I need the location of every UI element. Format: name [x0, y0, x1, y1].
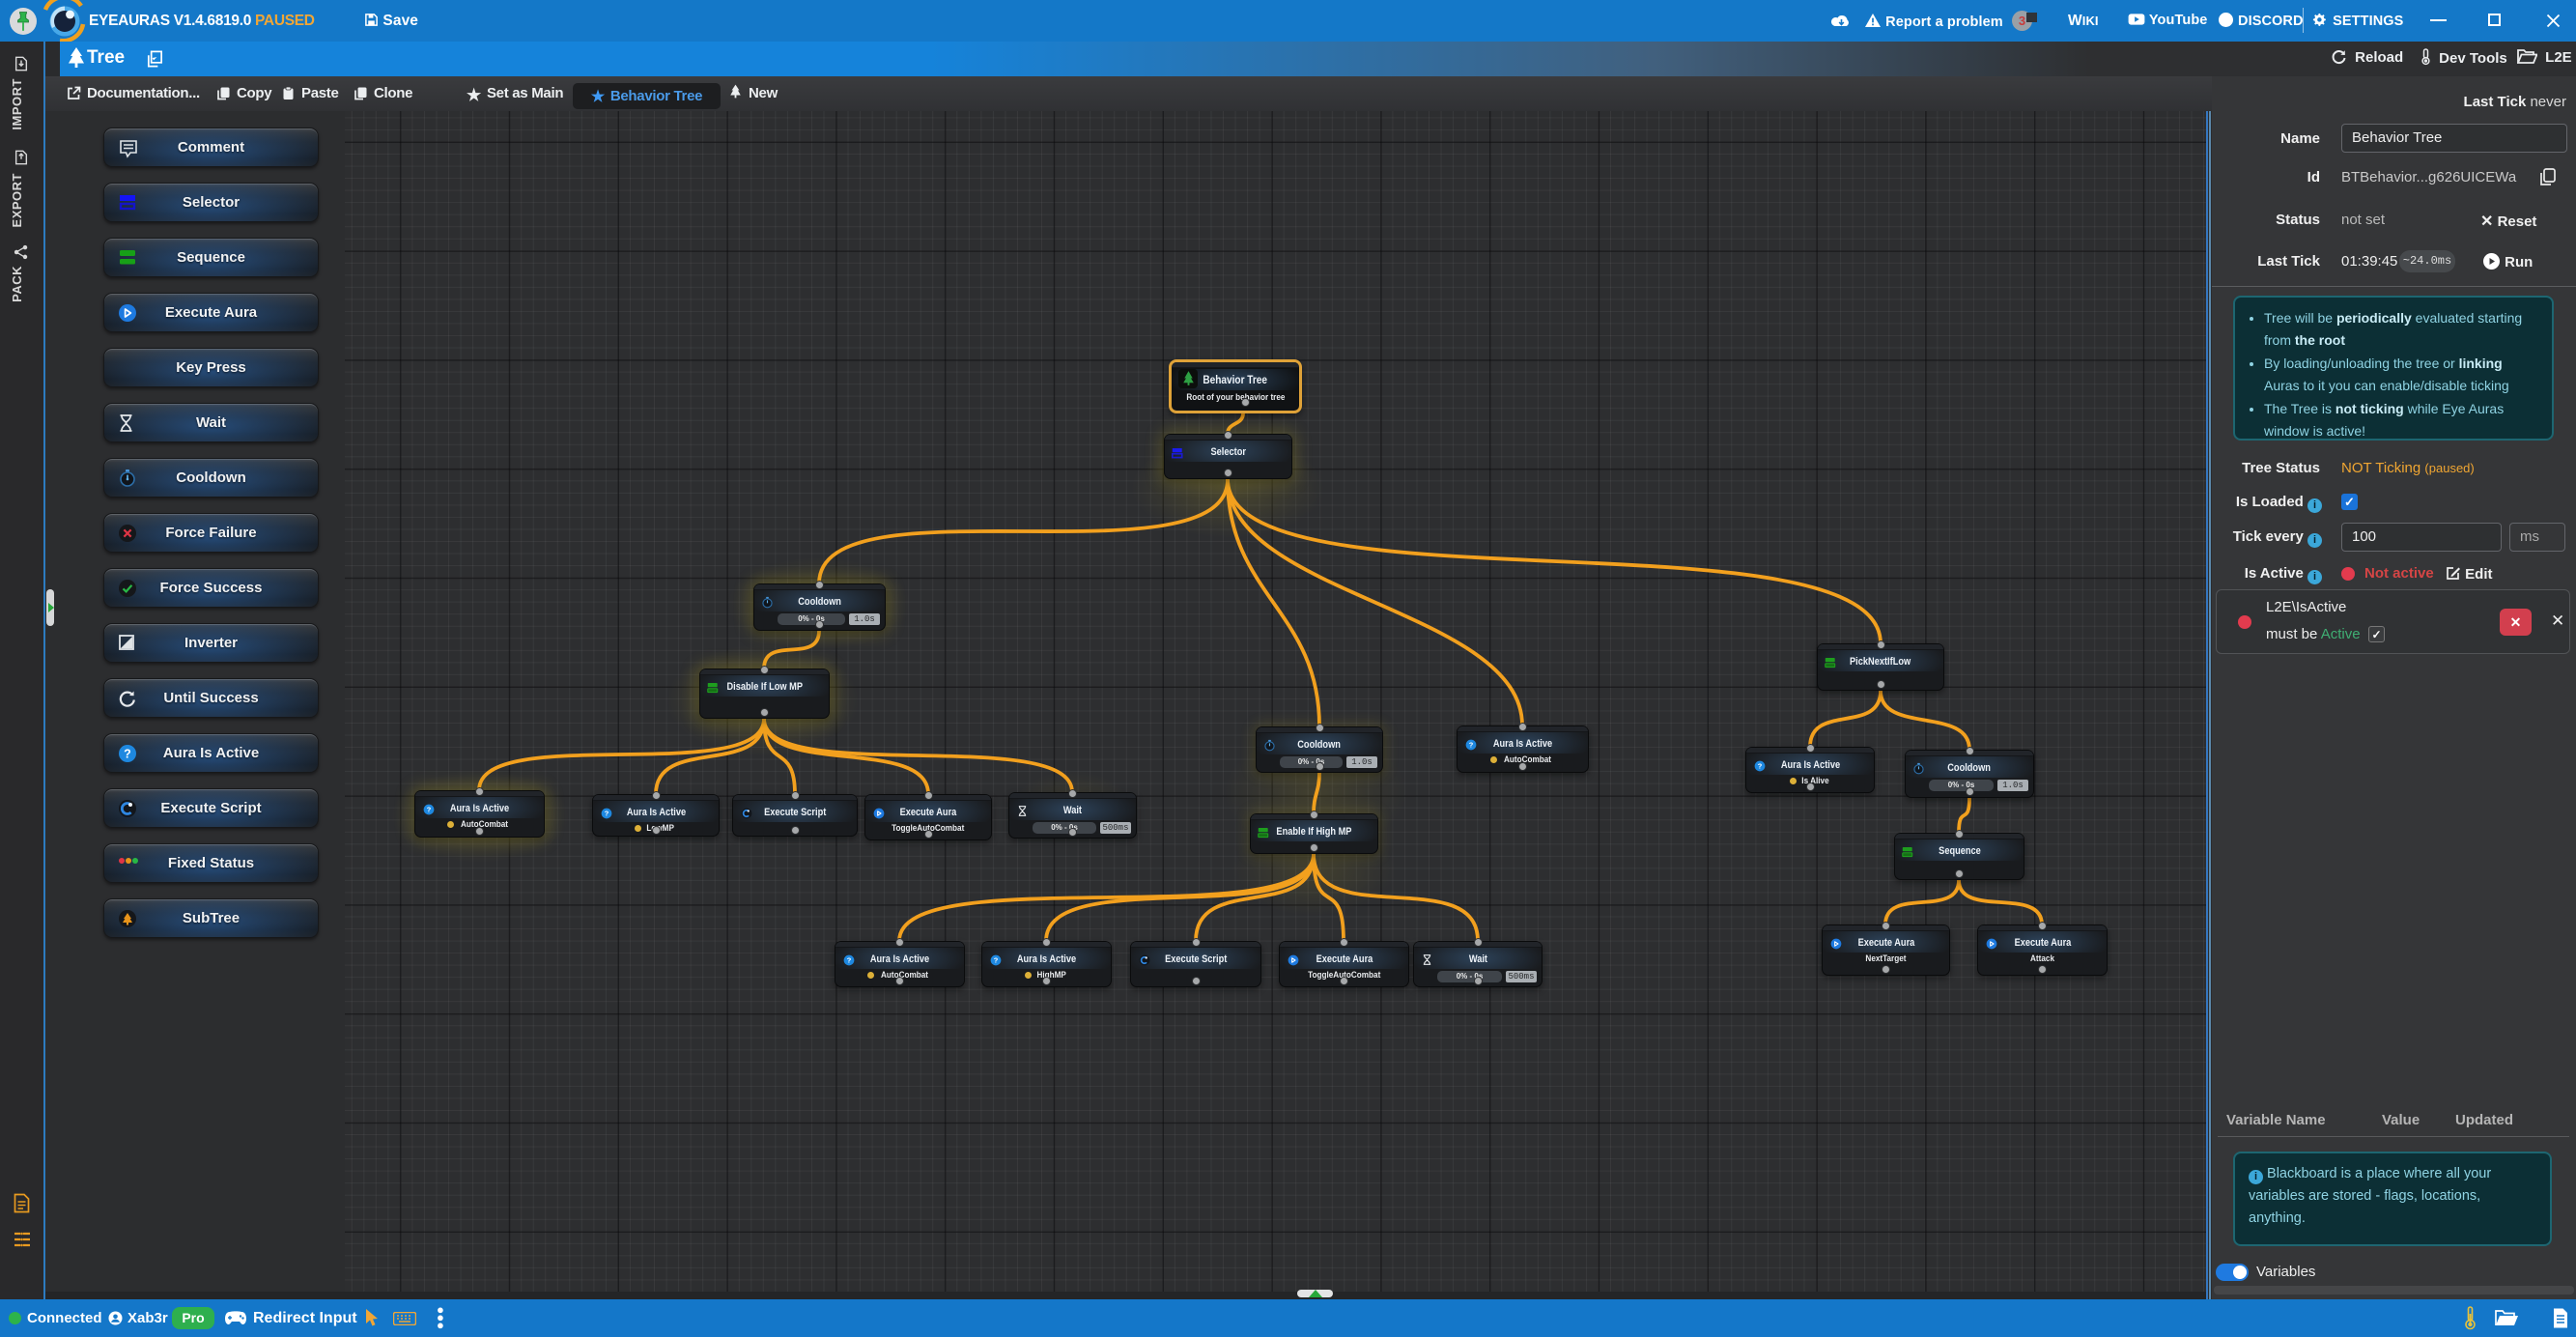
svg-text:?: ? — [1757, 762, 1762, 771]
svg-text:?: ? — [846, 956, 851, 965]
svg-text:?: ? — [604, 810, 609, 818]
svg-text:?: ? — [124, 747, 131, 760]
svg-text:?: ? — [426, 806, 431, 814]
svg-text:?: ? — [1468, 741, 1473, 750]
svg-text:?: ? — [993, 956, 998, 965]
